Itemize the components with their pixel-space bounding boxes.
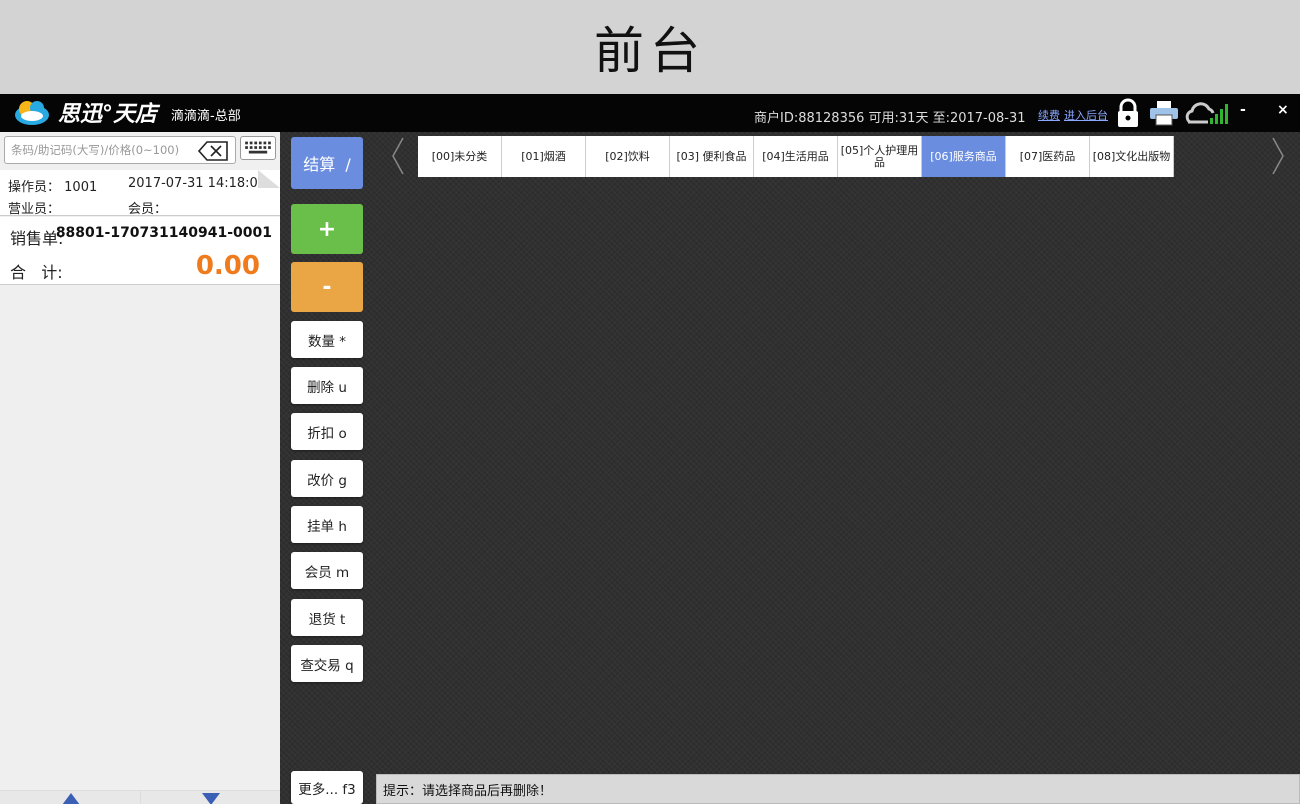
merchant-info: 商户ID:88128356 可用:31天 至:2017-08-31 <box>754 111 1026 126</box>
backspace-icon[interactable] <box>197 140 229 162</box>
more-button[interactable]: 更多... f3 <box>291 771 363 804</box>
category-tab-02[interactable]: [02]饮料 <box>586 136 670 177</box>
return-button[interactable]: 退货 t <box>291 599 363 636</box>
keyboard-icon[interactable] <box>240 136 276 160</box>
delete-button[interactable]: 删除 u <box>291 367 363 404</box>
category-tab-01[interactable]: [01]烟酒 <box>502 136 586 177</box>
page-fold-icon <box>258 170 280 188</box>
printer-icon[interactable] <box>1149 100 1179 126</box>
category-tab-08[interactable]: [08]文化出版物 <box>1090 136 1174 177</box>
query-transaction-button[interactable]: 查交易 q <box>291 645 363 682</box>
close-button[interactable]: × <box>1277 102 1289 118</box>
category-tabs: [00]未分类 [01]烟酒 [02]饮料 [03] 便利食品 [04]生活用品… <box>418 136 1174 177</box>
category-tab-07[interactable]: [07]医药品 <box>1006 136 1090 177</box>
backend-link[interactable]: 进入后台 <box>1064 107 1108 123</box>
salesperson-label: 营业员： <box>8 202 61 217</box>
category-tab-04[interactable]: [04]生活用品 <box>754 136 838 177</box>
category-tab-03[interactable]: [03] 便利食品 <box>670 136 754 177</box>
minimize-button[interactable]: - <box>1240 102 1246 118</box>
member-button[interactable]: 会员 m <box>291 552 363 589</box>
operator-label: 操作员： <box>8 180 61 195</box>
search-box <box>4 136 236 164</box>
chevron-right-icon[interactable] <box>1270 136 1286 176</box>
banner-title: 前台 <box>594 22 706 80</box>
total-value: 0.00 <box>195 251 260 281</box>
product-area <box>280 132 1300 804</box>
change-price-button[interactable]: 改价 g <box>291 460 363 497</box>
datetime: 2017-07-31 14:18:07 <box>128 176 267 191</box>
lock-icon[interactable] <box>1115 98 1141 128</box>
sale-summary: 销售单: 88801-170731140941-0001 合 计: 0.00 <box>0 217 280 285</box>
operator-value: 1001 <box>64 180 98 195</box>
member-label: 会员： <box>128 202 168 217</box>
scroll-divider <box>140 791 141 804</box>
status-bar: 提示：请选择商品后再删除！ <box>376 774 1300 804</box>
increase-button[interactable]: + <box>291 204 363 254</box>
cloud-logo-icon <box>15 101 49 125</box>
category-tab-06[interactable]: [06]服务商品 <box>922 136 1006 177</box>
operator-info: 操作员： 1001 2017-07-31 14:18:07 营业员： 会员： <box>0 170 280 217</box>
discount-button[interactable]: 折扣 o <box>291 413 363 450</box>
cloud-signal-icon[interactable] <box>1184 100 1228 126</box>
page-banner: 前台 <box>0 0 1300 94</box>
scroll-up-icon[interactable] <box>62 793 80 804</box>
renew-link[interactable]: 续费 <box>1038 107 1060 123</box>
checkout-button[interactable]: 结算 / <box>291 137 363 189</box>
order-number: 88801-170731140941-0001 <box>55 225 272 241</box>
search-input[interactable] <box>11 140 191 160</box>
order-panel: 操作员： 1001 2017-07-31 14:18:07 营业员： 会员： 销… <box>0 132 280 804</box>
total-label: 合 计: <box>10 263 63 282</box>
app-title-bar: 思迅°天店 滴滴滴-总部 商户ID:88128356 可用:31天 至:2017… <box>0 94 1300 132</box>
category-tab-00[interactable]: [00]未分类 <box>418 136 502 177</box>
order-item-list[interactable] <box>0 286 280 789</box>
chevron-left-icon[interactable] <box>390 136 406 176</box>
brand-name: 思迅°天店 <box>58 102 158 127</box>
category-tab-05[interactable]: [05]个人护理用品 <box>838 136 922 177</box>
scroll-down-icon[interactable] <box>202 793 220 804</box>
list-scroll-controls <box>0 790 280 804</box>
store-name: 滴滴滴-总部 <box>171 109 241 124</box>
decrease-button[interactable]: - <box>291 262 363 312</box>
quantity-button[interactable]: 数量 * <box>291 321 363 358</box>
status-hint: 提示：请选择商品后再删除！ <box>383 784 553 799</box>
hold-order-button[interactable]: 挂单 h <box>291 506 363 543</box>
